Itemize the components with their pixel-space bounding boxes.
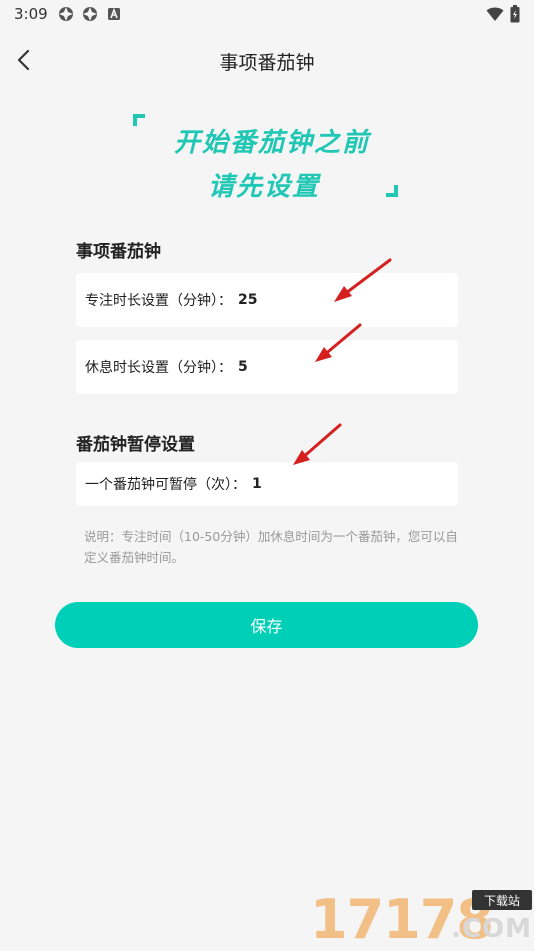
wifi-icon	[486, 7, 504, 21]
status-bar: 3:09	[0, 0, 534, 28]
status-icons-right	[486, 5, 520, 23]
pause-count-value[interactable]: 1	[252, 476, 262, 492]
banner-line-1: 开始番茄钟之前	[173, 128, 370, 158]
status-time: 3:09	[14, 5, 48, 23]
annotation-arrow-icon	[293, 423, 342, 465]
pause-count-row[interactable]: 一个番茄钟可暂停（次）： 1	[76, 462, 458, 506]
app-icon	[59, 7, 73, 21]
annotation-arrow-icon	[334, 258, 392, 302]
section-title-pause: 番茄钟暂停设置	[76, 435, 195, 455]
status-icons-left	[58, 6, 122, 22]
watermark-com: .COM	[451, 914, 532, 944]
banner: 开始番茄钟之前 请先设置	[0, 108, 534, 208]
battery-icon	[510, 5, 520, 23]
pause-count-label: 一个番茄钟可暂停（次）：	[85, 477, 246, 493]
focus-duration-value[interactable]: 25	[238, 292, 257, 308]
rest-duration-row[interactable]: 休息时长设置（分钟）： 5	[76, 340, 458, 394]
watermark-logo: 17178 下载站 .COM	[310, 890, 532, 948]
banner-line-2: 请先设置	[207, 172, 320, 202]
a-icon	[108, 7, 120, 20]
instruction-note: 说明：专注时间（10-50分钟）加休息时间为一个番茄钟，您可以自定义番茄钟时间。	[84, 529, 458, 565]
rest-duration-label: 休息时长设置（分钟）：	[85, 360, 232, 376]
page-title: 事项番茄钟	[219, 52, 315, 74]
focus-duration-label: 专注时长设置（分钟）：	[85, 293, 232, 309]
rest-duration-value[interactable]: 5	[238, 359, 248, 375]
nav-bar: 事项番茄钟	[0, 36, 534, 84]
annotation-arrow-icon	[315, 323, 362, 362]
watermark-badge: 下载站	[472, 890, 532, 910]
bracket-bottom-right-icon	[386, 185, 398, 197]
focus-duration-row[interactable]: 专注时长设置（分钟）： 25	[76, 273, 458, 327]
section-title-pomodoro: 事项番茄钟	[76, 242, 161, 262]
save-button[interactable]: 保存	[55, 602, 478, 648]
app-icon	[83, 7, 97, 21]
